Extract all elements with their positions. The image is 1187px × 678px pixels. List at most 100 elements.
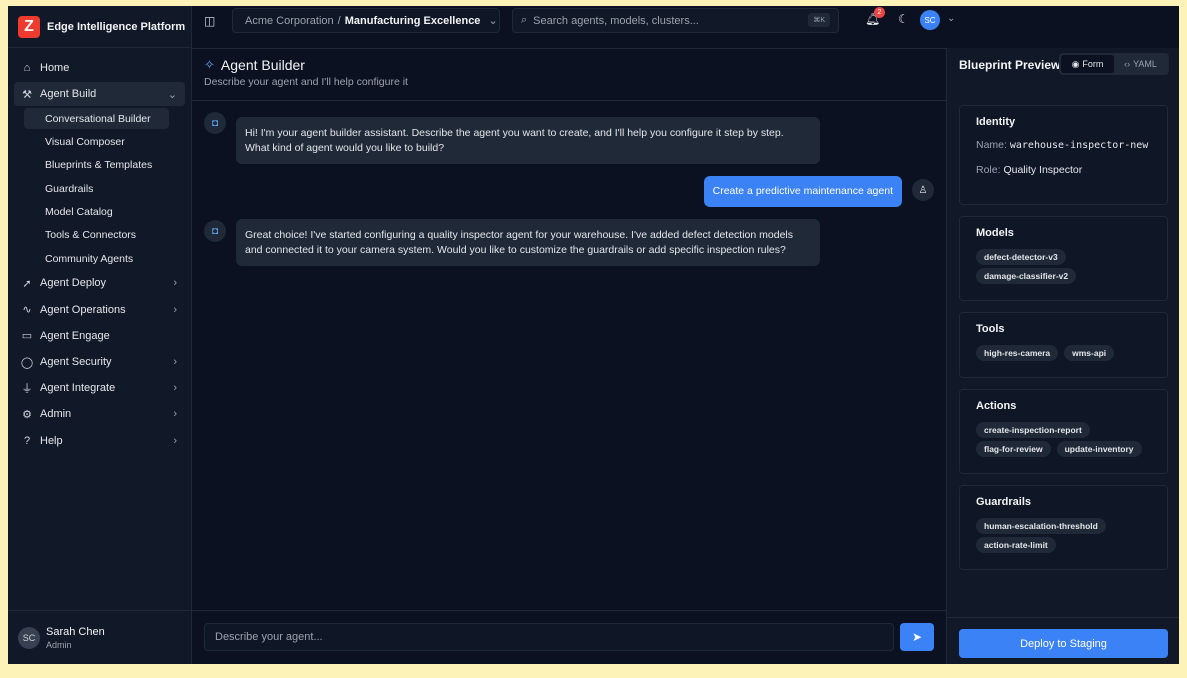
sidebar-subitem-conversational-builder[interactable]: Conversational Builder — [24, 108, 169, 130]
card-title: Actions — [976, 400, 1017, 412]
actions-card: Actions create-inspection-report flag-fo… — [959, 389, 1168, 474]
composer: ➤ — [192, 610, 946, 664]
sidebar-item-label: Agent Build — [40, 88, 97, 101]
role-value: Quality Inspector — [1003, 164, 1083, 176]
tab-yaml[interactable]: ‹› YAML — [1114, 55, 1167, 73]
user-profile[interactable]: SC Sarah Chen Admin — [8, 610, 192, 664]
models-card: Models defect-detector-v3 damage-classif… — [959, 216, 1168, 301]
avatar[interactable]: SC — [920, 10, 940, 30]
sidebar-subitem-guardrails[interactable]: Guardrails — [24, 178, 169, 199]
card-title: Tools — [976, 323, 1005, 335]
chevron-right-icon: › — [173, 382, 177, 395]
card-title: Guardrails — [976, 496, 1032, 508]
send-button[interactable]: ➤ — [900, 623, 934, 651]
global-search[interactable]: ⌕ ⌘K — [512, 8, 839, 33]
guardrail-chip[interactable]: action-rate-limit — [976, 537, 1056, 553]
bot-icon: ◘ — [204, 220, 226, 242]
breadcrumb-org: Acme Corporation — [245, 14, 334, 27]
sidebar-item-label: Agent Operations — [40, 303, 126, 316]
name-value: warehouse-inspector-new — [1009, 140, 1149, 151]
action-chip[interactable]: update-inventory — [1056, 441, 1142, 457]
sidebar-nav: ⌂ Home ⚒ Agent Build ⌄ Conversational Bu… — [8, 48, 191, 463]
sidebar-subitem-blueprints[interactable]: Blueprints & Templates — [24, 155, 169, 176]
sidebar-item-label: Agent Integrate — [40, 382, 116, 395]
help-icon: ? — [23, 434, 31, 447]
sidebar-item-help[interactable]: ? Help › — [14, 429, 185, 453]
sidebar-item-agent-engage[interactable]: ▭ Agent Engage — [14, 324, 185, 348]
eye-icon: ◉ — [1071, 58, 1080, 69]
sidebar-item-label: Home — [40, 62, 70, 74]
agent-builder-main: ✧ Agent Builder Describe your agent and … — [192, 48, 946, 664]
sidebar-item-label: Admin — [40, 408, 72, 421]
chevron-right-icon: › — [173, 434, 177, 447]
chevron-down-icon[interactable]: ⌄ — [947, 13, 955, 24]
sidebar-item-agent-build[interactable]: ⚒ Agent Build ⌄ — [14, 82, 185, 107]
action-chip[interactable]: flag-for-review — [976, 441, 1051, 457]
sidebar-item-label: Help — [40, 434, 63, 447]
identity-role: Role: Quality Inspector — [976, 163, 1151, 178]
rocket-icon: ➚ — [22, 277, 32, 290]
app-window: Z Edge Intelligence Platform ⌂ Home ⚒ Ag… — [8, 6, 1179, 664]
brand-logo: Z — [18, 15, 40, 38]
sidebar-item-agent-integrate[interactable]: ⏚ Agent Integrate › — [14, 376, 185, 400]
tool-chip[interactable]: high-res-camera — [976, 345, 1059, 361]
model-chip[interactable]: defect-detector-v3 — [976, 249, 1066, 265]
home-icon: ⌂ — [23, 62, 31, 74]
page-subtitle: Describe your agent and I'll help config… — [204, 76, 408, 88]
sidebar-toggle-icon[interactable]: ◫ — [204, 14, 215, 28]
sidebar-subitem-community-agents[interactable]: Community Agents — [24, 248, 169, 269]
user-role: Admin — [46, 639, 72, 650]
message-input[interactable] — [204, 623, 894, 651]
brand-name: Edge Intelligence Platform — [47, 20, 186, 33]
user-message: Create a predictive maintenance agent — [703, 176, 902, 207]
message-icon: ▭ — [21, 330, 33, 343]
sidebar-subitem-tools-connectors[interactable]: Tools & Connectors — [24, 225, 169, 246]
tool-chip[interactable]: wms-api — [1064, 345, 1115, 361]
view-toggle: ◉ Form ‹› YAML — [1059, 53, 1169, 75]
workspace-switcher[interactable]: Acme Corporation / Manufacturing Excelle… — [232, 8, 500, 33]
brand[interactable]: Z Edge Intelligence Platform — [8, 6, 191, 48]
sidebar-item-agent-operations[interactable]: ∿ Agent Operations › — [14, 298, 185, 322]
user-name: Sarah Chen — [46, 625, 105, 638]
code-icon: ‹› — [1124, 59, 1131, 69]
breadcrumb-workspace: Manufacturing Excellence — [344, 14, 481, 27]
chevron-right-icon: › — [173, 356, 177, 369]
guardrails-card: Guardrails human-escalation-threshold ac… — [959, 485, 1168, 570]
shortcut-hint: ⌘K — [808, 13, 830, 27]
chat-thread: ◘ Hi! I'm your agent builder assistant. … — [192, 101, 946, 611]
plug-icon: ⏚ — [21, 383, 33, 396]
send-icon: ➤ — [911, 630, 923, 644]
sidebar-item-agent-deploy[interactable]: ➚ Agent Deploy › — [14, 271, 185, 295]
search-icon: ⌕ — [521, 14, 528, 26]
sidebar-item-home[interactable]: ⌂ Home — [14, 56, 185, 80]
model-chip[interactable]: damage-classifier-v2 — [976, 268, 1077, 284]
tools-card: Tools high-res-camera wms-api — [959, 312, 1168, 378]
deploy-to-staging-button[interactable]: Deploy to Staging — [959, 629, 1168, 658]
bot-message: Hi! I'm your agent builder assistant. De… — [236, 117, 820, 164]
sidebar-subitem-visual-composer[interactable]: Visual Composer — [24, 132, 169, 153]
sidebar-subitem-model-catalog[interactable]: Model Catalog — [24, 202, 169, 223]
sidebar-item-agent-security[interactable]: ◯ Agent Security › — [14, 350, 185, 374]
search-input[interactable] — [533, 14, 794, 27]
chevron-down-icon: ⌄ — [167, 88, 177, 101]
card-title: Models — [976, 227, 1014, 239]
sidebar-item-label: Agent Deploy — [40, 277, 107, 290]
guardrail-chip[interactable]: human-escalation-threshold — [976, 518, 1106, 534]
chevron-down-icon: ⌄ — [488, 15, 498, 27]
name-label: Name: — [976, 139, 1007, 151]
action-chip[interactable]: create-inspection-report — [976, 422, 1090, 438]
sidebar-item-admin[interactable]: ⚙ Admin › — [14, 402, 185, 426]
tab-form[interactable]: ◉ Form — [1061, 55, 1114, 73]
tab-yaml-label: YAML — [1133, 59, 1157, 69]
sidebar: Z Edge Intelligence Platform ⌂ Home ⚒ Ag… — [8, 6, 192, 664]
sidebar-item-label: Agent Engage — [40, 329, 110, 342]
main-header: ✧ Agent Builder Describe your agent and … — [192, 49, 946, 101]
activity-icon: ∿ — [22, 304, 32, 317]
top-bar: ◫ Acme Corporation / Manufacturing Excel… — [192, 6, 1179, 36]
gear-icon: ⚙ — [22, 408, 32, 421]
identity-card: Identity Name: warehouse-inspector-new R… — [959, 105, 1168, 205]
blueprint-preview-panel: Blueprint Preview ◉ Form ‹› YAML Identit… — [946, 48, 1179, 664]
moon-icon[interactable]: ☾ — [898, 12, 909, 26]
chevron-right-icon: › — [173, 303, 177, 316]
page-title: Agent Builder — [220, 57, 305, 73]
